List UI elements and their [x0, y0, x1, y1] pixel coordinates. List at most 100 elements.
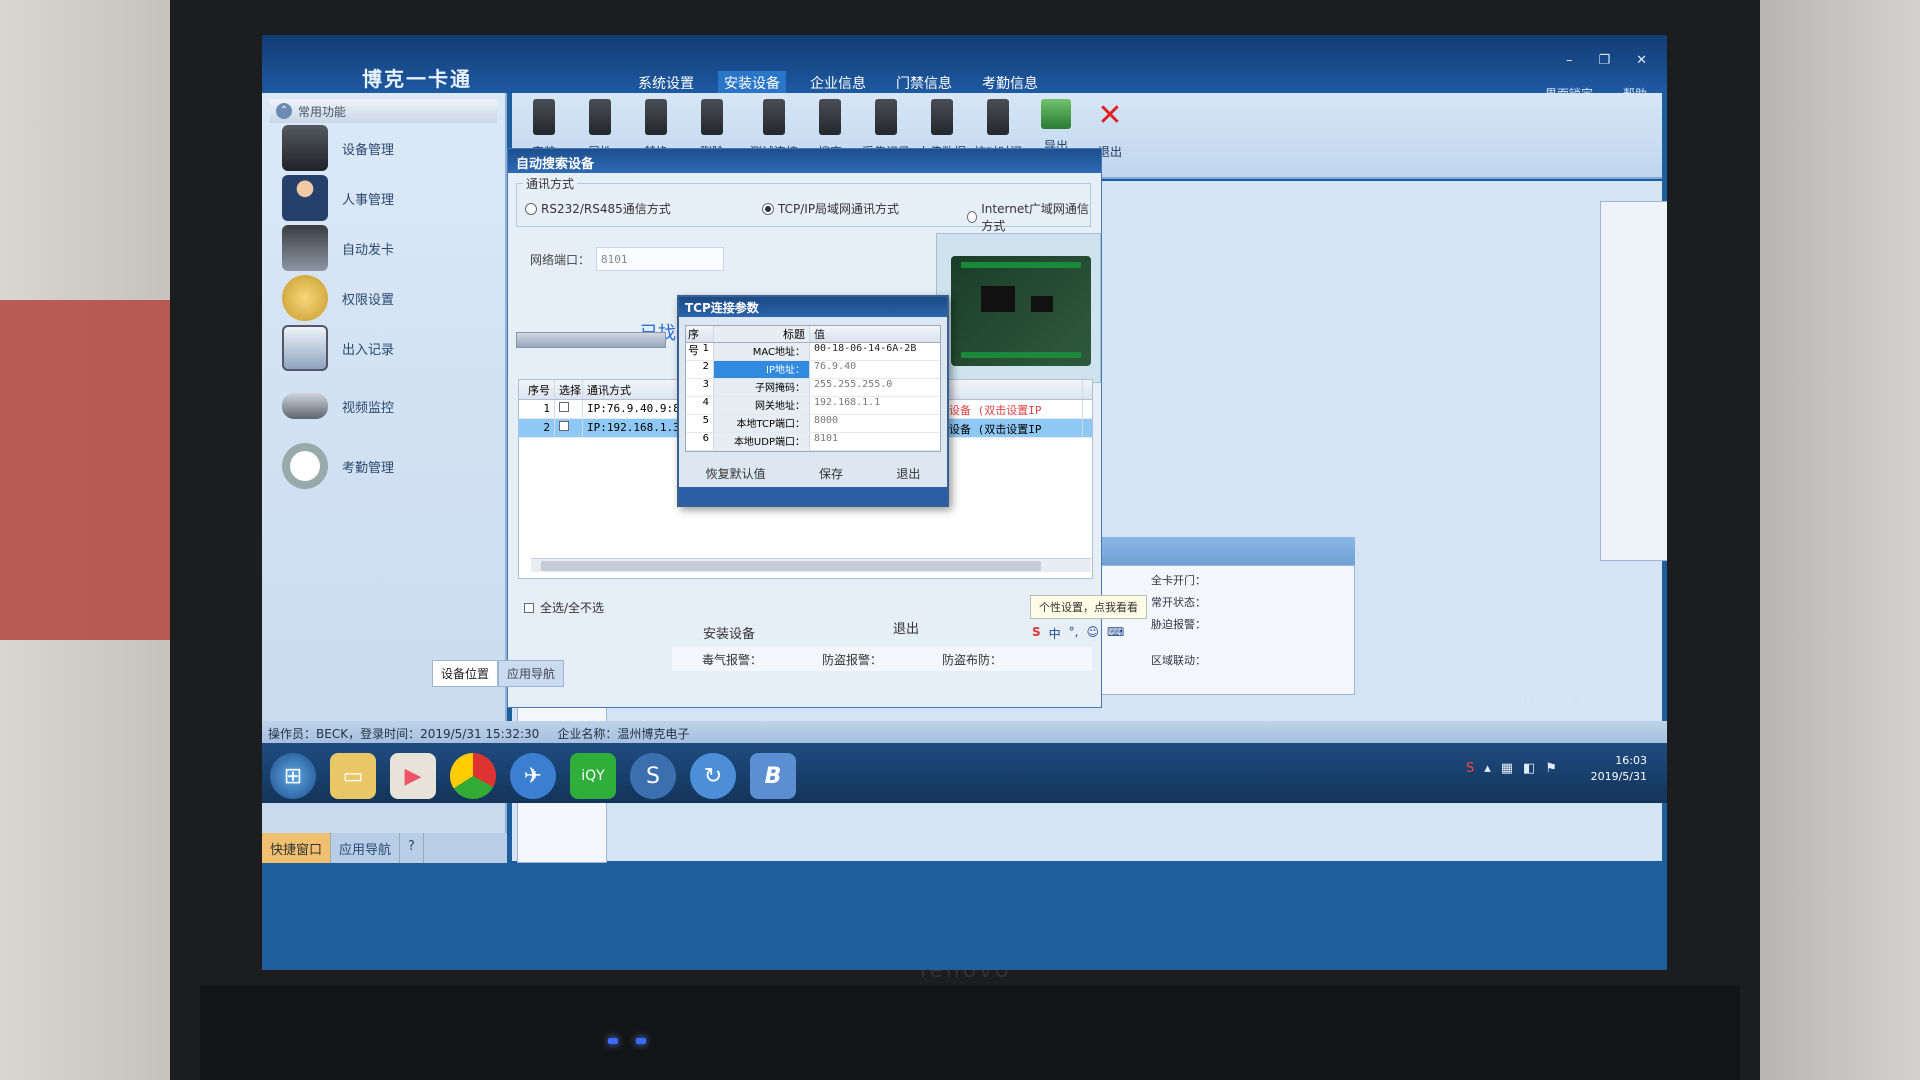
sidebar-item-label: 视频监控 — [342, 400, 395, 416]
radio-internet[interactable]: Internet广域网通信方式 — [967, 200, 1090, 234]
personalize-balloon[interactable]: 个性设置，点我看看 — [1030, 595, 1147, 619]
tcp-row-ip[interactable]: 2 IP地址： 76.9.40 — [686, 361, 940, 379]
chrome-icon[interactable] — [450, 753, 496, 799]
horizontal-scrollbar[interactable] — [531, 558, 1091, 572]
tcp-exit-button[interactable]: 退出 — [896, 465, 920, 482]
scroll-thumb[interactable] — [541, 561, 1041, 571]
media-player-icon[interactable]: ▶ — [390, 753, 436, 799]
app-titlebar: 博克一卡通 系统设置 安装设备 企业信息 门禁信息 考勤信息 – ❐ ✕ 界面锁… — [262, 35, 1667, 101]
browser-icon[interactable]: ✈ — [510, 753, 556, 799]
tcp-cell-value[interactable]: 00-18-06-14-6A-2B — [810, 343, 940, 360]
sidebar-item-attendance[interactable]: 考勤管理 — [282, 443, 394, 489]
sidebar-item-label: 出入记录 — [342, 342, 395, 358]
clock-date: 2019/5/31 — [1590, 770, 1647, 783]
radio-tcpip[interactable]: TCP/IP局域网通讯方式 — [762, 200, 899, 217]
device-replace-icon — [645, 99, 667, 135]
tab-navigation[interactable]: 应用导航 — [331, 833, 401, 863]
network-icon[interactable]: ▦ — [1501, 761, 1513, 776]
tray-arrow-icon[interactable]: ▴ — [1484, 761, 1491, 776]
comm-method-group: 通讯方式 RS232/RS485通信方式 TCP/IP局域网通讯方式 Inter… — [516, 175, 1091, 233]
menu-item[interactable]: 安装设备 — [718, 71, 786, 95]
status-row: 胁迫报警： — [1151, 618, 1206, 631]
collapse-icon[interactable]: ⌃ — [276, 103, 292, 119]
taskbar-clock[interactable]: 16:03 2019/5/31 — [1591, 753, 1647, 785]
sidebar-item-video[interactable]: 视频监控 — [282, 393, 394, 419]
status-row: 全卡开门： — [1151, 574, 1206, 587]
sidebar-item-personnel[interactable]: 人事管理 — [282, 175, 394, 221]
tcp-cell-value[interactable]: 255.255.255.0 — [810, 379, 940, 396]
ime-emoji-icon[interactable]: ☺ — [1087, 625, 1100, 642]
sogou-tray-icon[interactable]: S — [1466, 761, 1474, 776]
alarm-theft: 防盗报警： — [822, 653, 883, 667]
close-icon[interactable]: ✕ — [1636, 53, 1647, 68]
boke-app-icon[interactable]: B — [750, 753, 796, 799]
action-center-icon[interactable]: ⚑ — [1545, 761, 1557, 776]
tcp-cell-no: 2 — [686, 361, 714, 378]
row-checkbox[interactable] — [559, 402, 569, 412]
sidebar-item-label: 考勤管理 — [342, 460, 395, 476]
tcp-cell-value[interactable]: 8101 — [810, 433, 940, 450]
install-device-button[interactable]: 安装设备 — [688, 619, 770, 646]
tcp-cell-value[interactable]: 76.9.40 — [810, 361, 940, 378]
sidebar-item-permission[interactable]: 权限设置 — [282, 275, 394, 321]
radio-dot[interactable] — [762, 202, 774, 215]
db-type: Access — [1413, 693, 1451, 706]
dialog-exit-button[interactable]: 退出 — [878, 614, 934, 641]
sidebar-header[interactable]: ⌃ 常用功能 — [270, 99, 497, 123]
start-icon[interactable]: ⊞ — [270, 753, 316, 799]
tcp-row-mac[interactable]: 1 MAC地址： 00-18-06-14-6A-2B — [686, 343, 940, 361]
tcp-cell-value[interactable]: 192.168.1.1 — [810, 397, 940, 414]
tcp-row-tcp-port[interactable]: 5 本地TCP端口： 8000 — [686, 415, 940, 433]
sogou-icon[interactable]: S — [1032, 625, 1041, 642]
volume-icon[interactable]: ◧ — [1523, 761, 1535, 776]
sidebar-item-records[interactable]: 出入记录 — [282, 325, 394, 371]
tcp-col-value: 值 — [814, 328, 825, 341]
tab-device-location[interactable]: 设备位置 — [432, 660, 499, 687]
menu-item[interactable]: 考勤信息 — [976, 71, 1044, 95]
ime-keyboard-icon[interactable]: ⌨ — [1107, 625, 1124, 642]
tab-app-nav[interactable]: 应用导航 — [498, 660, 565, 687]
tcp-dialog-title: TCP连接参数 — [679, 297, 947, 317]
save-button[interactable]: 保存 — [819, 465, 843, 482]
ime-punct[interactable]: °, — [1069, 625, 1079, 642]
minimize-icon[interactable]: – — [1566, 53, 1573, 68]
tcp-cell-value[interactable]: 8000 — [810, 415, 940, 432]
tcp-cell-no: 3 — [686, 379, 714, 396]
row-checkbox[interactable] — [559, 421, 569, 431]
refresh-app-icon[interactable]: ↻ — [690, 753, 736, 799]
sidebar-tabs: 快捷窗口 应用导航 ? — [262, 833, 507, 863]
pcb-chip — [1031, 296, 1053, 312]
restore-defaults-button[interactable]: 恢复默认值 — [706, 465, 766, 482]
ime-mode[interactable]: 中 — [1049, 625, 1061, 642]
tcp-row-udp-port[interactable]: 6 本地UDP端口： 8101 — [686, 433, 940, 451]
tcp-row-subnet[interactable]: 3 子网掩码： 255.255.255.0 — [686, 379, 940, 397]
radio-rs232[interactable]: RS232/RS485通信方式 — [525, 200, 671, 217]
tab-shortcuts[interactable]: 快捷窗口 — [262, 833, 332, 863]
restore-icon[interactable]: ❐ — [1598, 53, 1610, 68]
tcp-cell-no: 5 — [686, 415, 714, 432]
sidebar-item-card[interactable]: 自动发卡 — [282, 225, 394, 271]
sidebar-item-device[interactable]: 设备管理 — [282, 125, 394, 171]
permission-icon — [282, 275, 328, 321]
select-all-label: 全选/全不选 — [540, 601, 605, 615]
select-all[interactable]: 全选/全不选 — [524, 599, 604, 616]
tcp-row-gateway[interactable]: 4 网关地址： 192.168.1.1 — [686, 397, 940, 415]
menu-item[interactable]: 系统设置 — [632, 71, 700, 95]
iqiyi-icon[interactable]: iQY — [570, 753, 616, 799]
help-icon[interactable]: ? — [400, 833, 424, 863]
radio-dot[interactable] — [967, 211, 978, 223]
sidebar-header-label: 常用功能 — [298, 105, 347, 119]
col-select: 选择 — [555, 380, 583, 399]
menu-item[interactable]: 企业信息 — [804, 71, 872, 95]
user-icon — [282, 175, 328, 221]
folder-icon[interactable]: ▭ — [330, 753, 376, 799]
s-app-icon[interactable]: S — [630, 753, 676, 799]
select-all-checkbox[interactable] — [524, 602, 534, 613]
port-input[interactable] — [596, 247, 725, 271]
radio-dot[interactable] — [525, 202, 537, 215]
tcp-dialog-footer — [679, 487, 947, 505]
status-row: 常开状态： — [1151, 596, 1206, 609]
device-test-icon — [763, 99, 785, 135]
close-x-icon: ✕ — [1097, 98, 1123, 133]
menu-item[interactable]: 门禁信息 — [890, 71, 958, 95]
